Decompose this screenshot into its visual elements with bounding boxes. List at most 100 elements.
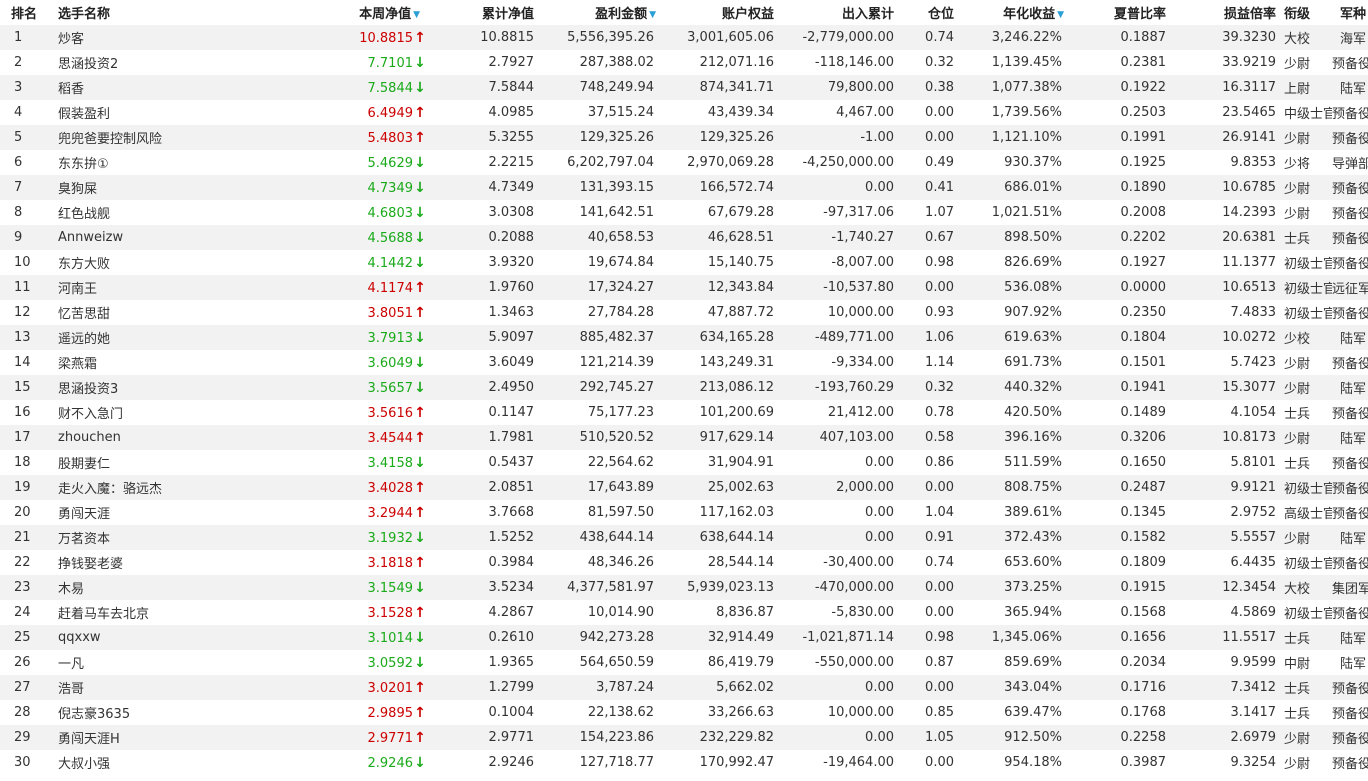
cell-pl-ratio: 5.7423 <box>1170 350 1280 375</box>
cell-name[interactable]: 股期妻仁 <box>48 450 268 475</box>
table-row[interactable]: 27 浩哥 3.0201↑ 1.2799 3,787.24 5,662.02 0.00 0.0… <box>0 675 1368 700</box>
cell-rank-title: 少尉 <box>1280 125 1332 150</box>
cell-branch: 预备役 <box>1332 750 1368 775</box>
cell-name[interactable]: 勇闯天涯H <box>48 725 268 750</box>
header-position[interactable]: 仓位 <box>898 0 962 25</box>
cell-cum-nav: 1.7981 <box>428 425 538 450</box>
cell-name[interactable]: 臭狗屎 <box>48 175 268 200</box>
table-row[interactable]: 8 红色战舰 4.6803↓ 3.0308 141,642.51 67,679.28 -97… <box>0 200 1368 225</box>
cell-cum-nav: 2.4950 <box>428 375 538 400</box>
cell-sharpe: 0.1345 <box>1066 500 1170 525</box>
header-pl-ratio[interactable]: 损益倍率 <box>1170 0 1280 25</box>
cell-name[interactable]: 赶着马车去北京 <box>48 600 268 625</box>
cell-week-nav: 4.7349↓ <box>268 175 428 200</box>
table-row[interactable]: 4 假装盈利 6.4949↑ 4.0985 37,515.24 43,439.34 4,46… <box>0 100 1368 125</box>
cell-name[interactable]: 大叔小强 <box>48 750 268 775</box>
table-row[interactable]: 20 勇闯天涯 3.2944↑ 3.7668 81,597.50 117,162.03 0.… <box>0 500 1368 525</box>
table-row[interactable]: 23 木易 3.1549↓ 3.5234 4,377,581.97 5,939,023.1… <box>0 575 1368 600</box>
cell-name[interactable]: 万茗资本 <box>48 525 268 550</box>
cell-name[interactable]: 思涵投资2 <box>48 50 268 75</box>
cell-equity: 12,343.84 <box>658 275 778 300</box>
header-profit[interactable]: 盈利金额 ▼ <box>538 0 658 25</box>
triangle-down-icon[interactable]: ▼ <box>649 10 656 20</box>
cell-name[interactable]: 东方大败 <box>48 250 268 275</box>
table-row[interactable]: 28 倪志豪3635 2.9895↑ 0.1004 22,138.62 33,266.63… <box>0 700 1368 725</box>
table-row[interactable]: 19 走火入魔：骆远杰 3.4028↑ 2.0851 17,643.89 25,002.6… <box>0 475 1368 500</box>
cell-week-nav: 4.1174↑ <box>268 275 428 300</box>
header-rank-title[interactable]: 衔级 <box>1280 0 1332 25</box>
nav-value: 4.5688 <box>367 230 414 246</box>
cell-name[interactable]: 走火入魔：骆远杰 <box>48 475 268 500</box>
cell-name[interactable]: 忆苦思甜 <box>48 300 268 325</box>
cell-name[interactable]: 财不入急门 <box>48 400 268 425</box>
table-row[interactable]: 25 qqxxw 3.1014↓ 0.2610 942,273.28 32,914.49-… <box>0 625 1368 650</box>
cell-name[interactable]: 思涵投资3 <box>48 375 268 400</box>
header-week-nav[interactable]: 本周净值 ▼ <box>268 0 428 25</box>
arrow-down-icon: ↓ <box>414 454 426 471</box>
table-row[interactable]: 7 臭狗屎 4.7349↓ 4.7349 131,393.15 166,572.74 0.0… <box>0 175 1368 200</box>
header-flow[interactable]: 出入累计 <box>778 0 898 25</box>
table-row[interactable]: 30 大叔小强 2.9246↓ 2.9246 127,718.77 170,992.47-… <box>0 750 1368 775</box>
table-row[interactable]: 9 Annweizw 4.5688↓ 0.2088 40,658.53 46,628.51… <box>0 225 1368 250</box>
cell-annual: 536.08% <box>962 275 1066 300</box>
header-branch[interactable]: 军种 <box>1332 0 1368 25</box>
header-name[interactable]: 选手名称 <box>48 0 268 25</box>
cell-name[interactable]: zhouchen <box>48 425 268 450</box>
cell-name[interactable]: 浩哥 <box>48 675 268 700</box>
cell-equity: 117,162.03 <box>658 500 778 525</box>
header-rank[interactable]: 排名 <box>0 0 48 25</box>
table-row[interactable]: 12 忆苦思甜 3.8051↑ 1.3463 27,784.28 47,887.72 10,… <box>0 300 1368 325</box>
cell-cum-nav: 2.9771 <box>428 725 538 750</box>
cell-equity: 25,002.63 <box>658 475 778 500</box>
table-row[interactable]: 26 一凡 3.0592↓ 1.9365 564,650.59 86,419.79 -550… <box>0 650 1368 675</box>
table-row[interactable]: 13 遥远的她 3.7913↓ 5.9097 885,482.37 634,165.28-… <box>0 325 1368 350</box>
cell-branch: 集团军 <box>1332 575 1368 600</box>
cell-name[interactable]: 河南王 <box>48 275 268 300</box>
cell-name[interactable]: 假装盈利 <box>48 100 268 125</box>
cell-name[interactable]: 一凡 <box>48 650 268 675</box>
table-row[interactable]: 10 东方大败 4.1442↓ 3.9320 19,674.84 15,140.75 -8,… <box>0 250 1368 275</box>
table-row[interactable]: 5 兜兜爸要控制风险 5.4803↑ 5.3255 129,325.26 129,325.… <box>0 125 1368 150</box>
header-annual[interactable]: 年化收益 ▼ <box>962 0 1066 25</box>
cell-name[interactable]: 稻香 <box>48 75 268 100</box>
cell-name[interactable]: 红色战舰 <box>48 200 268 225</box>
table-row[interactable]: 22 挣钱娶老婆 3.1818↑ 0.3984 48,346.26 28,544.14 -3… <box>0 550 1368 575</box>
table-row[interactable]: 11 河南王 4.1174↑ 1.9760 17,324.27 12,343.84 -10,… <box>0 275 1368 300</box>
table-row[interactable]: 3 稻香 7.5844↓ 7.5844 748,249.94 874,341.71 79,8… <box>0 75 1368 100</box>
table-row[interactable]: 16 财不入急门 3.5616↑ 0.1147 75,177.23 101,200.69 2… <box>0 400 1368 425</box>
table-row[interactable]: 24 赶着马车去北京 3.1528↑ 4.2867 10,014.90 8,836.87-… <box>0 600 1368 625</box>
table-row[interactable]: 15 思涵投资3 3.5657↓ 2.4950 292,745.27 213,086.12… <box>0 375 1368 400</box>
cell-cum-nav: 1.5252 <box>428 525 538 550</box>
arrow-down-icon: ↓ <box>414 79 426 96</box>
table-row[interactable]: 1 炒客 10.8815↑ 10.8815 5,556,395.26 3,001,605.… <box>0 25 1368 50</box>
table-row[interactable]: 17 zhouchen 3.4544↑ 1.7981 510,520.52 917,629… <box>0 425 1368 450</box>
header-cum-nav[interactable]: 累计净值 <box>428 0 538 25</box>
cell-name[interactable]: qqxxw <box>48 625 268 650</box>
cell-name[interactable]: 勇闯天涯 <box>48 500 268 525</box>
table-row[interactable]: 14 梁燕霜 3.6049↓ 3.6049 121,214.39 143,249.31 -9… <box>0 350 1368 375</box>
header-sharpe[interactable]: 夏普比率 <box>1066 0 1170 25</box>
cell-name[interactable]: 遥远的她 <box>48 325 268 350</box>
cell-name[interactable]: 梁燕霜 <box>48 350 268 375</box>
cell-branch: 陆军 <box>1332 525 1368 550</box>
triangle-down-icon[interactable]: ▼ <box>1057 10 1064 20</box>
cell-equity: 8,836.87 <box>658 600 778 625</box>
cell-name[interactable]: 兜兜爸要控制风险 <box>48 125 268 150</box>
table-row[interactable]: 6 东东拚① 5.4629↓ 2.2215 6,202,797.04 2,970,069.… <box>0 150 1368 175</box>
cell-rank-title: 少尉 <box>1280 525 1332 550</box>
table-row[interactable]: 21 万茗资本 3.1932↓ 1.5252 438,644.14 638,644.14 0… <box>0 525 1368 550</box>
cell-name[interactable]: 东东拚① <box>48 150 268 175</box>
cell-week-nav: 3.0201↑ <box>268 675 428 700</box>
cell-name[interactable]: 炒客 <box>48 25 268 50</box>
cell-name[interactable]: 挣钱娶老婆 <box>48 550 268 575</box>
table-row[interactable]: 18 股期妻仁 3.4158↓ 0.5437 22,564.62 31,904.91 0.0… <box>0 450 1368 475</box>
table-row[interactable]: 29 勇闯天涯H 2.9771↑ 2.9771 154,223.86 232,229.82… <box>0 725 1368 750</box>
header-equity[interactable]: 账户权益 <box>658 0 778 25</box>
cell-branch: 陆军 <box>1332 650 1368 675</box>
cell-name[interactable]: 倪志豪3635 <box>48 700 268 725</box>
cell-cum-nav: 3.6049 <box>428 350 538 375</box>
table-row[interactable]: 2 思涵投资2 7.7101↓ 2.7927 287,388.02 212,071.16-… <box>0 50 1368 75</box>
triangle-down-icon[interactable]: ▼ <box>413 10 420 20</box>
cell-name[interactable]: 木易 <box>48 575 268 600</box>
cell-name[interactable]: Annweizw <box>48 225 268 250</box>
